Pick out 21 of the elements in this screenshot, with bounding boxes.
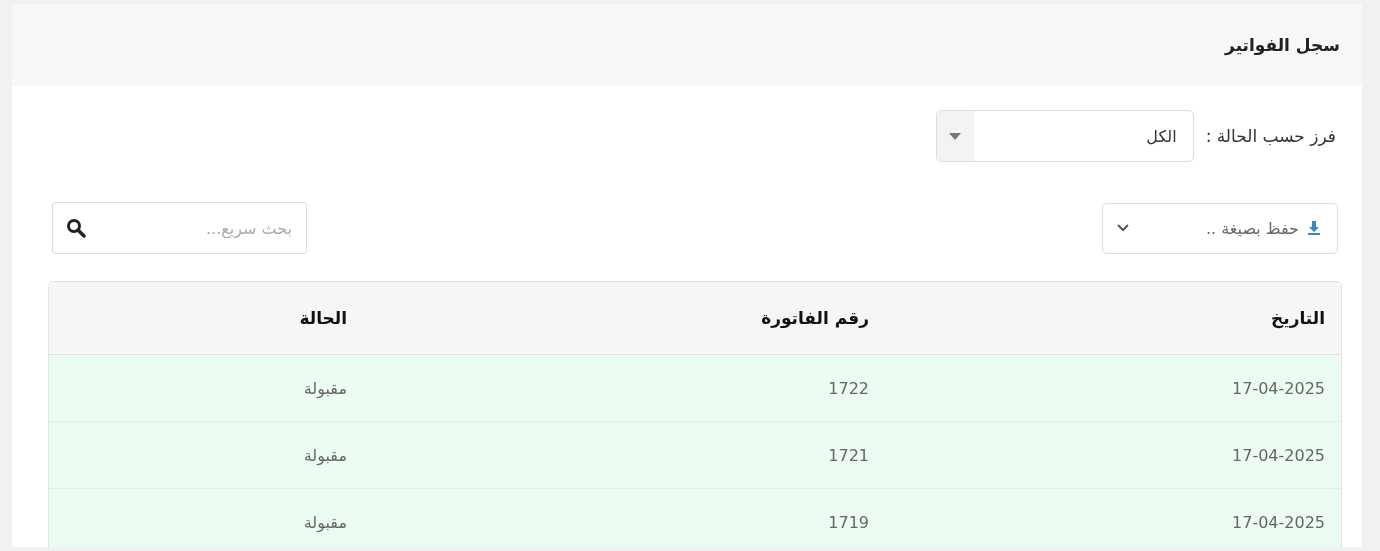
table-cell: 17-04-2025 xyxy=(1232,378,1325,398)
table-cell: مقبولة xyxy=(303,378,347,398)
column-header: التاريخ xyxy=(1271,308,1325,328)
chevron-down-icon xyxy=(1117,224,1129,232)
search-field[interactable]: بحث سريع... xyxy=(52,202,307,254)
status-select[interactable]: الكل xyxy=(935,110,1194,162)
table-cell: 1722 xyxy=(828,378,869,398)
panel-title: سجل الفواتير xyxy=(1225,35,1340,55)
table-cell: 17-04-2025 xyxy=(1232,445,1325,465)
caret-icon xyxy=(949,132,962,140)
download-icon xyxy=(1307,221,1321,235)
column-header: الحالة xyxy=(299,308,347,328)
search-icon xyxy=(66,218,86,238)
export-button[interactable]: حفظ بصيغة .. xyxy=(1102,202,1338,254)
table-cell: مقبولة xyxy=(303,445,347,465)
column-header: رقم الفاتورة xyxy=(761,308,869,328)
filter-label: فرز حسب الحالة : xyxy=(1205,126,1336,146)
table-cell: 17-04-2025 xyxy=(1232,512,1325,532)
table-cell: مقبولة xyxy=(303,512,347,532)
table-cell: 1721 xyxy=(828,445,869,465)
table-cell: 1719 xyxy=(828,512,869,532)
